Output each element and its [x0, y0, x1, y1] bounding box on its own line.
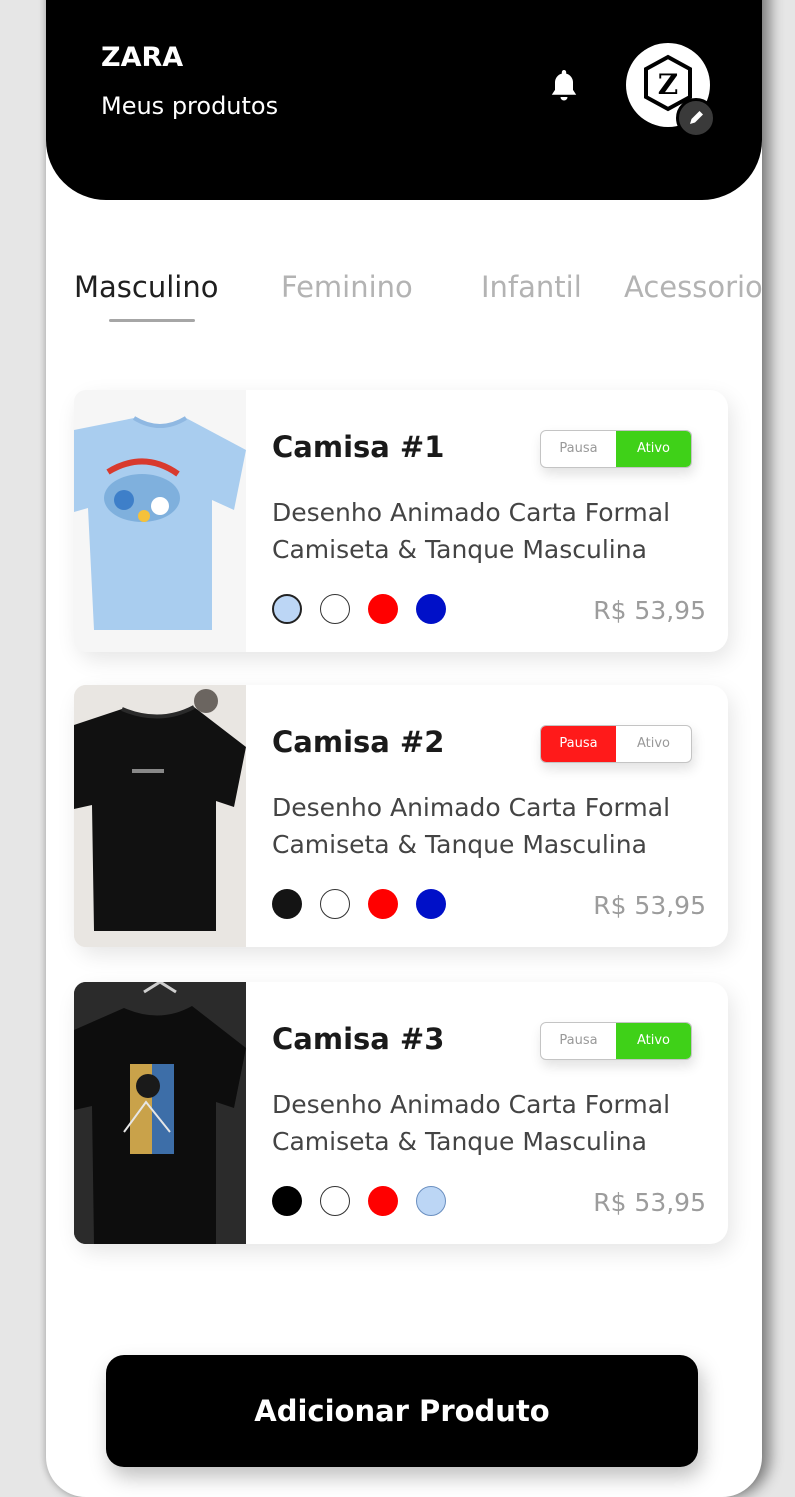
active-option[interactable]: Ativo [616, 1023, 691, 1059]
tab-infantil[interactable]: Infantil [481, 270, 582, 304]
tab-masculino[interactable]: Masculino [74, 270, 218, 304]
color-swatch-blue[interactable] [416, 889, 446, 919]
status-toggle[interactable]: Pausa Ativo [540, 725, 692, 763]
active-tab-indicator [109, 319, 195, 322]
description-line-1: Desenho Animado Carta Formal [272, 1090, 671, 1119]
edit-avatar-button[interactable] [676, 98, 716, 138]
tab-feminino[interactable]: Feminino [281, 270, 413, 304]
active-option[interactable]: Ativo [616, 726, 691, 762]
description-line-1: Desenho Animado Carta Formal [272, 498, 671, 527]
product-description: Desenho Animado Carta Formal Camiseta & … [272, 789, 712, 863]
product-card[interactable]: Camisa #1 Pausa Ativo Desenho Animado Ca… [74, 390, 728, 652]
product-card[interactable]: Camisa #2 Pausa Ativo Desenho Animado Ca… [74, 685, 728, 947]
pause-option[interactable]: Pausa [541, 431, 616, 467]
color-swatch-blue[interactable] [416, 594, 446, 624]
product-description: Desenho Animado Carta Formal Camiseta & … [272, 1086, 712, 1160]
pause-option[interactable]: Pausa [541, 1023, 616, 1059]
product-description: Desenho Animado Carta Formal Camiseta & … [272, 494, 712, 568]
color-swatch-black[interactable] [272, 1186, 302, 1216]
black-printed-tshirt-image [74, 982, 246, 1244]
product-price: R$ 53,95 [593, 891, 706, 920]
product-price: R$ 53,95 [593, 1188, 706, 1217]
product-card[interactable]: Camisa #3 Pausa Ativo Desenho Animado Ca… [74, 982, 728, 1244]
color-swatch-red[interactable] [368, 1186, 398, 1216]
store-name: ZARA [101, 42, 184, 73]
description-line-2: Camiseta & Tanque Masculina [272, 830, 647, 859]
product-image [74, 390, 246, 652]
color-swatch-red[interactable] [368, 594, 398, 624]
pencil-icon [690, 111, 703, 124]
description-line-2: Camiseta & Tanque Masculina [272, 535, 647, 564]
product-title: Camisa #3 [272, 1022, 445, 1056]
product-price: R$ 53,95 [593, 596, 706, 625]
color-swatch-white[interactable] [320, 1186, 350, 1216]
color-swatch-light-blue[interactable] [272, 594, 302, 624]
color-swatch-light-blue[interactable] [416, 1186, 446, 1216]
pause-option[interactable]: Pausa [541, 726, 616, 762]
status-toggle[interactable]: Pausa Ativo [540, 1022, 692, 1060]
app-screen: ZARA Meus produtos Z Masculino Feminino … [46, 0, 762, 1497]
color-swatch-white[interactable] [320, 889, 350, 919]
description-line-2: Camiseta & Tanque Masculina [272, 1127, 647, 1156]
product-image [74, 685, 246, 947]
header: ZARA Meus produtos Z [46, 0, 762, 200]
bell-icon[interactable] [540, 62, 588, 110]
product-title: Camisa #1 [272, 430, 445, 464]
color-swatch-black[interactable] [272, 889, 302, 919]
product-image [74, 982, 246, 1244]
avatar-letter: Z [658, 68, 678, 101]
status-toggle[interactable]: Pausa Ativo [540, 430, 692, 468]
black-tshirt-image [74, 685, 246, 947]
product-title: Camisa #2 [272, 725, 445, 759]
tab-acessorios[interactable]: Acessorio [624, 270, 762, 304]
add-product-button[interactable]: Adicionar Produto [106, 1355, 698, 1467]
light-blue-tshirt-image [74, 416, 246, 630]
page-subtitle: Meus produtos [101, 92, 279, 120]
active-option[interactable]: Ativo [616, 431, 691, 467]
color-swatch-white[interactable] [320, 594, 350, 624]
color-swatch-red[interactable] [368, 889, 398, 919]
description-line-1: Desenho Animado Carta Formal [272, 793, 671, 822]
